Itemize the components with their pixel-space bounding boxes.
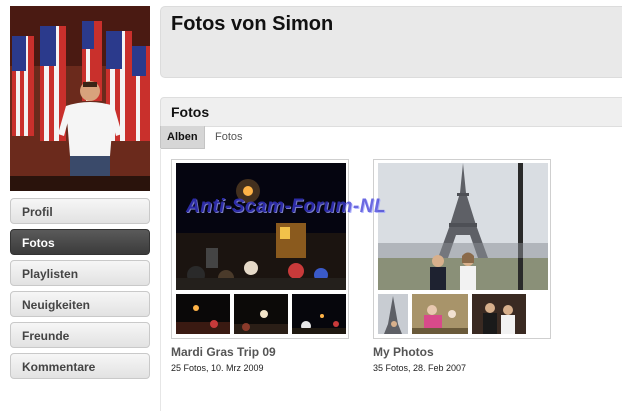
- page-title: Fotos von Simon: [171, 13, 334, 35]
- album-thumbnail[interactable]: [176, 294, 230, 334]
- profile-header: Fotos von Simon: [160, 6, 622, 78]
- album-thumbnail[interactable]: [412, 294, 468, 334]
- album-thumbnail[interactable]: [472, 294, 526, 334]
- nav-item-fotos[interactable]: Fotos: [10, 229, 150, 255]
- profile-photo[interactable]: [10, 6, 150, 191]
- album-title[interactable]: Mardi Gras Trip 09: [171, 345, 349, 359]
- album-card[interactable]: My Photos 35 Fotos, 28. Feb 2007: [373, 159, 551, 373]
- album-title[interactable]: My Photos: [373, 345, 551, 359]
- profile-nav: Profil Fotos Playlisten Neuigkeiten Freu…: [10, 198, 150, 384]
- watermark-text: Anti-Scam-Forum-NL: [186, 196, 387, 217]
- content-divider: [160, 148, 161, 411]
- album-thumbnail[interactable]: [292, 294, 346, 334]
- album-meta: 25 Fotos, 10. Mrz 2009: [171, 363, 264, 373]
- tab-fotos[interactable]: Fotos: [209, 126, 249, 148]
- section-header: Fotos: [160, 97, 622, 127]
- album-thumbnail[interactable]: [234, 294, 288, 334]
- nav-item-neuigkeiten[interactable]: Neuigkeiten: [10, 291, 150, 317]
- nav-item-kommentare[interactable]: Kommentare: [10, 353, 150, 379]
- album-thumbnail[interactable]: [378, 294, 408, 334]
- nav-item-freunde[interactable]: Freunde: [10, 322, 150, 348]
- album-cover-image[interactable]: [378, 163, 548, 290]
- nav-item-profil[interactable]: Profil: [10, 198, 150, 224]
- album-card[interactable]: Mardi Gras Trip 09 25 Fotos, 10. Mrz 200…: [171, 159, 349, 373]
- photo-tabs: Alben Fotos: [160, 126, 249, 149]
- profile-photo-image: [10, 6, 150, 191]
- section-title: Fotos: [171, 104, 210, 120]
- album-frame: [373, 159, 551, 339]
- album-cover-image[interactable]: [176, 163, 346, 290]
- album-frame: [171, 159, 349, 339]
- tab-alben[interactable]: Alben: [160, 126, 205, 149]
- nav-item-playlisten[interactable]: Playlisten: [10, 260, 150, 286]
- album-meta: 35 Fotos, 28. Feb 2007: [373, 363, 467, 373]
